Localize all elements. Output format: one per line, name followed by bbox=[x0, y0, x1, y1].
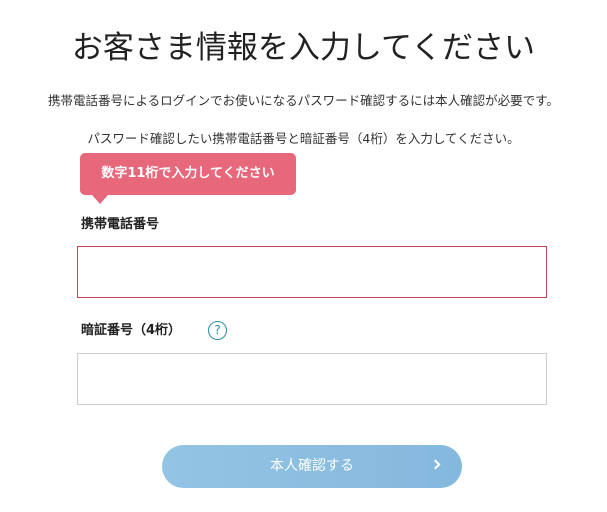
phone-number-label: 携帯電話番号 bbox=[81, 217, 160, 232]
page-title: お客さま情報を入力してください bbox=[71, 30, 536, 66]
tooltip-arrow bbox=[92, 195, 108, 204]
validation-tooltip: 数字11桁で入力してください bbox=[80, 153, 296, 195]
phone-number-input[interactable] bbox=[77, 246, 547, 298]
description-line-1: 携帯電話番号によるログインでお使いになるパスワード確認するには本人確認が必要です… bbox=[48, 93, 559, 108]
verify-identity-button-label: 本人確認する bbox=[270, 458, 354, 474]
verify-identity-button[interactable]: 本人確認する bbox=[162, 445, 462, 488]
pin-input[interactable] bbox=[77, 353, 547, 405]
pin-label: 暗証番号（4桁） bbox=[81, 323, 182, 338]
question-icon[interactable]: ? bbox=[208, 321, 227, 340]
description-line-2: パスワード確認したい携帯電話番号と暗証番号（4桁）を入力してください。 bbox=[87, 131, 520, 146]
